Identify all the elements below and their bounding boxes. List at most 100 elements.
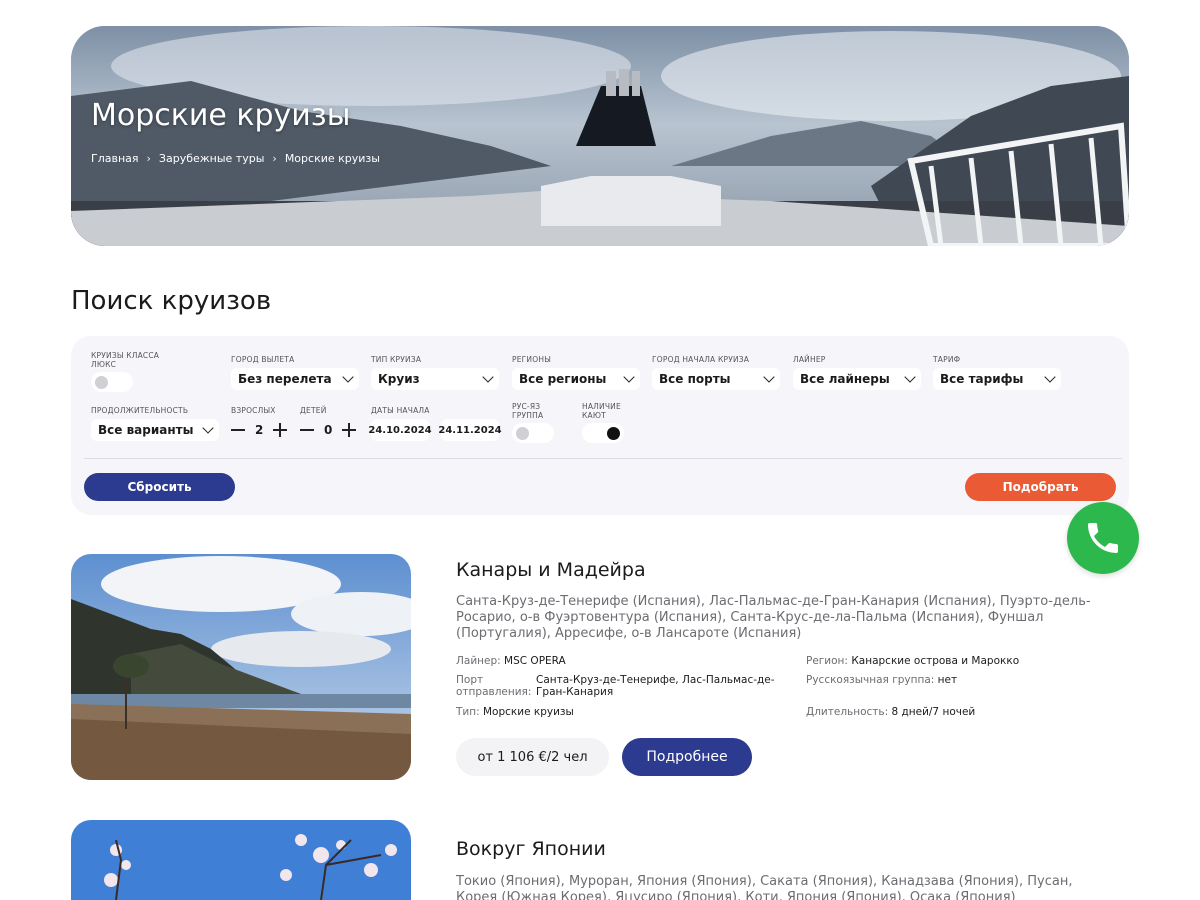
dates-filter: Даты начала 24.10.2024 24.11.2024 [368,406,502,441]
departure-filter: Город вылета Без перелета [231,355,359,390]
port-key: Порт отправления: [456,674,532,698]
cruise-type-label: Тип круиза [371,355,422,364]
hero-cruise-image [71,26,1129,246]
luxury-filter: Круизы класса люкс [91,351,161,392]
type-info: Тип: Морские круизы [456,706,574,718]
cruise-type-filter: Тип круиза Круиз [371,355,499,390]
duration-select[interactable]: Все варианты [91,419,219,441]
children-stepper: 0 [300,419,357,441]
tariff-label: Тариф [933,355,961,364]
chevron-right-icon: › [146,152,151,165]
toggle-knob [516,427,529,440]
toggle-knob [607,427,620,440]
chevron-down-icon [1044,371,1056,383]
regions-label: Регионы [512,355,552,364]
plus-icon[interactable] [273,423,288,437]
ru-key: Русскоязычная группа: [806,674,935,686]
port-info: Порт отправления: Санта-Круз-де-Тенерифе… [456,674,776,698]
date-to-input[interactable]: 24.11.2024 [438,419,502,441]
phone-icon [1088,523,1118,553]
cruise-route: Токио (Япония), Муроран, Япония (Япония)… [456,874,1073,900]
start-city-filter: Город начала круиза Все порты [652,355,780,390]
divider [84,458,1122,459]
duration-value: Все варианты [98,423,194,437]
breadcrumb: Главная › Зарубежные туры › Морские круи… [91,152,380,165]
start-city-select[interactable]: Все порты [652,368,780,390]
region-key: Регион: [806,655,848,667]
ru-group-info: Русскоязычная группа: нет [806,674,957,686]
minus-icon[interactable] [300,429,314,431]
regions-filter: Регионы Все регионы [512,355,640,390]
cruise-type-value: Круиз [378,372,420,386]
duration-label: Продолжительность [91,406,189,415]
chevron-down-icon [342,371,354,383]
ru-group-toggle[interactable] [512,423,554,443]
date-from-input[interactable]: 24.10.2024 [368,419,432,441]
breadcrumb-foreign-tours[interactable]: Зарубежные туры [159,152,264,165]
sakura-image [71,820,411,900]
cruise-image[interactable] [71,554,411,780]
luxury-toggle[interactable] [91,372,133,392]
call-button[interactable] [1067,502,1139,574]
chevron-down-icon [763,371,775,383]
ru-group-label: Рус-яз группа [512,402,544,420]
children-filter: Детей 0 [300,406,357,441]
search-panel: Круизы класса люкс Город вылета Без пере… [71,336,1129,515]
price-badge: от 1 106 €/2 чел [456,738,609,776]
minus-icon[interactable] [231,429,245,431]
adults-label: Взрослых [231,406,276,415]
liner-filter: Лайнер Все лайнеры [793,355,921,390]
regions-select[interactable]: Все регионы [512,368,640,390]
regions-value: Все регионы [519,372,607,386]
duration-filter: Продолжительность Все варианты [91,406,219,441]
beach-image [71,554,411,780]
liner-value: MSC OPERA [504,655,566,667]
adults-filter: Взрослых 2 [231,406,288,441]
cruise-title[interactable]: Вокруг Японии [456,838,606,860]
duration-key: Длительность: [806,706,889,718]
duration-info: Длительность: 8 дней/7 ночей [806,706,975,718]
cabins-toggle[interactable] [582,423,624,443]
cabins-filter: Наличие кают [582,402,632,443]
duration-value: 8 дней/7 ночей [891,706,976,718]
chevron-down-icon [482,371,494,383]
luxury-label: Круизы класса люкс [91,351,160,369]
tariff-select[interactable]: Все тарифы [933,368,1061,390]
submit-button[interactable]: Подобрать [965,473,1116,501]
liner-info: Лайнер: MSC OPERA [456,655,566,667]
type-key: Тип: [456,706,480,718]
start-city-label: Город начала круиза [652,355,750,364]
tariff-value: Все тарифы [940,372,1024,386]
plus-icon[interactable] [342,423,357,437]
adults-stepper: 2 [231,419,288,441]
tariff-filter: Тариф Все тарифы [933,355,1061,390]
adults-value: 2 [255,423,264,437]
liner-label: Лайнер [793,355,826,364]
dates-label: Даты начала [371,406,430,415]
departure-value: Без перелета [238,372,332,386]
cabins-label: Наличие кают [582,402,621,420]
hero-banner: Морские круизы Главная › Зарубежные туры… [71,26,1129,246]
departure-select[interactable]: Без перелета [231,368,359,390]
region-value: Канарские острова и Марокко [851,655,1020,667]
search-title: Поиск круизов [71,286,272,316]
details-button[interactable]: Подробнее [622,738,752,776]
ru-group-filter: Рус-яз группа [512,402,562,443]
cruise-image[interactable] [71,820,411,900]
port-value: Санта-Круз-де-Тенерифе, Лас-Пальмас-де-Г… [536,674,775,698]
chevron-down-icon [623,371,635,383]
page-title: Морские круизы [91,98,351,133]
toggle-knob [95,376,108,389]
region-info: Регион: Канарские острова и Марокко [806,655,1019,667]
liner-select[interactable]: Все лайнеры [793,368,921,390]
cruise-title[interactable]: Канары и Мадейра [456,559,646,581]
chevron-down-icon [904,371,916,383]
liner-value: Все лайнеры [800,372,890,386]
departure-label: Город вылета [231,355,295,364]
ru-value: нет [937,674,958,686]
chevron-right-icon: › [272,152,277,165]
cruise-type-select[interactable]: Круиз [371,368,499,390]
reset-button[interactable]: Сбросить [84,473,235,501]
start-city-value: Все порты [659,372,731,386]
breadcrumb-home[interactable]: Главная [91,152,139,165]
